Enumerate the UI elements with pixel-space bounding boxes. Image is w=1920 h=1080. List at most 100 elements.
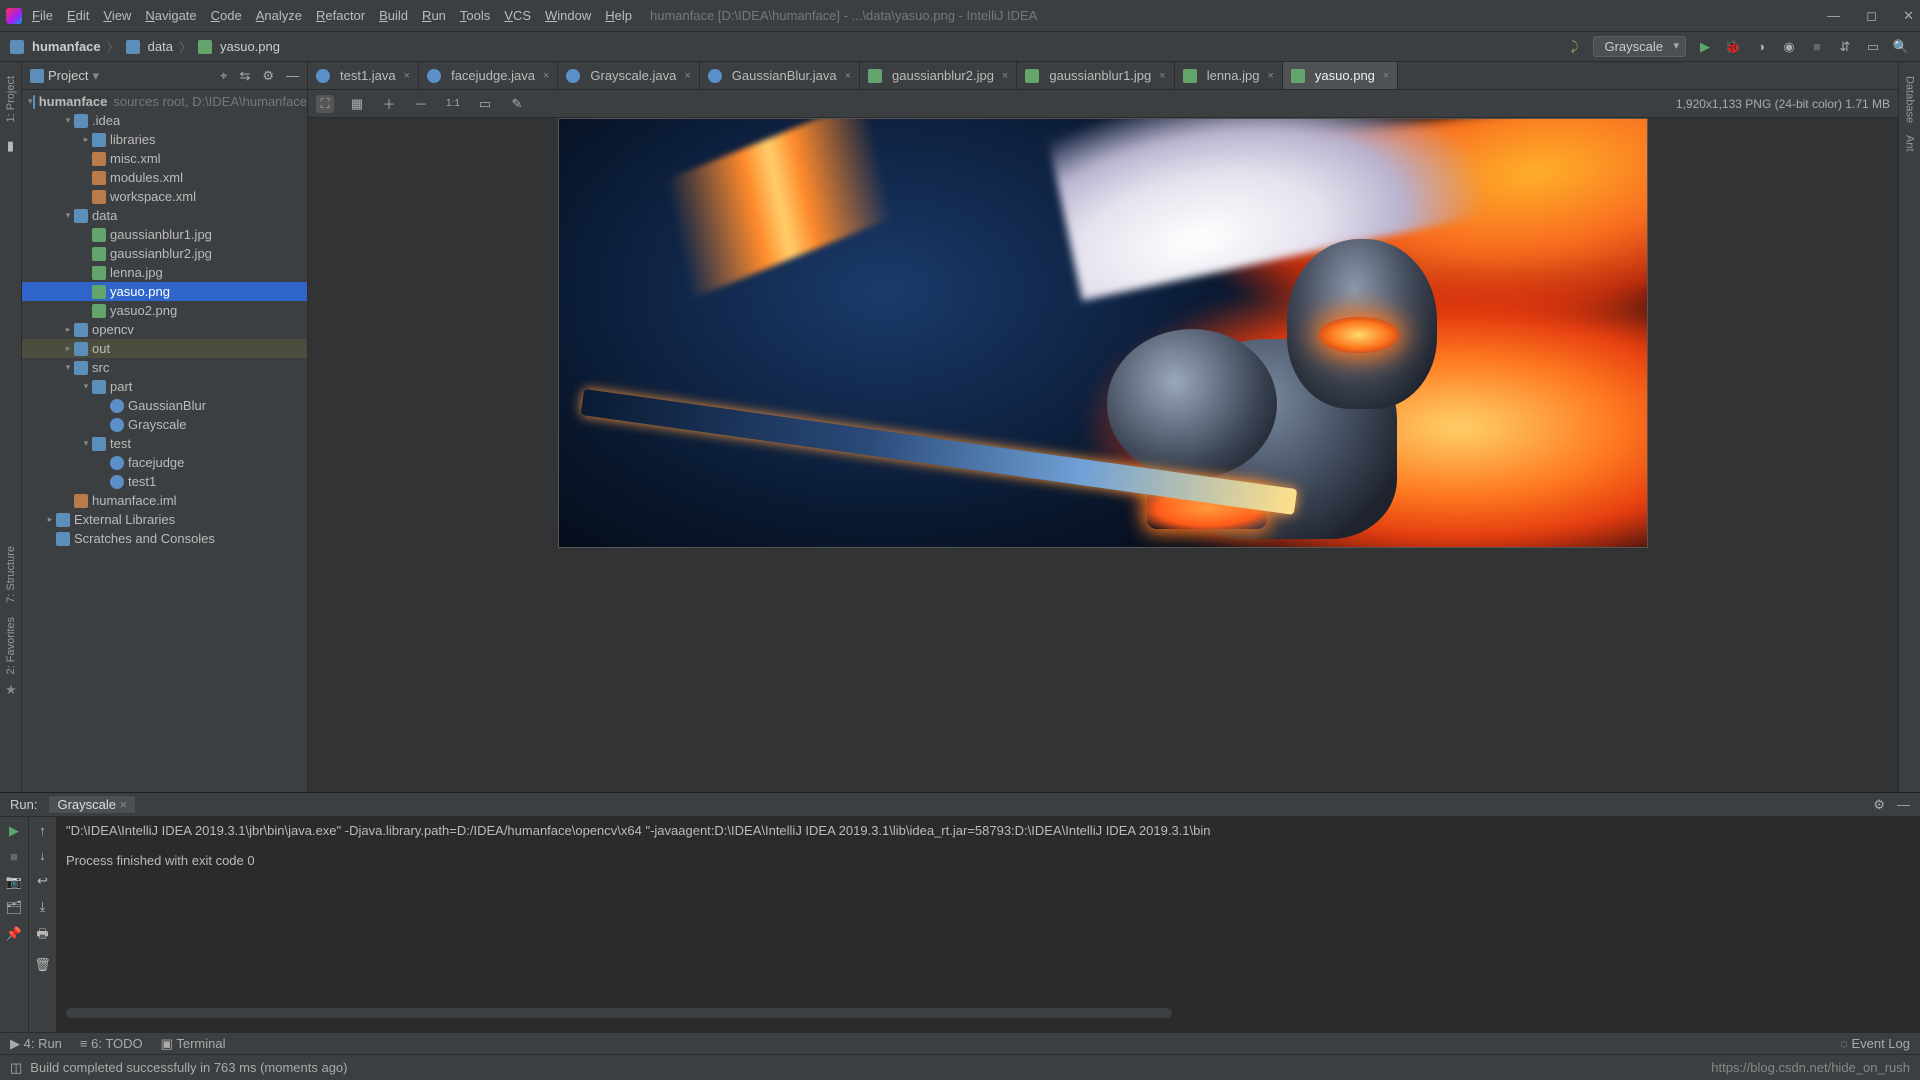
tree-node[interactable]: Grayscale [22, 415, 307, 434]
tree-node[interactable]: ▸out [22, 339, 307, 358]
profiler-icon[interactable]: ◉ [1780, 38, 1798, 56]
bookmark-icon[interactable]: ▮ [7, 138, 14, 154]
tree-root[interactable]: ▾ humanface sources root, D:\IDEA\humanf… [22, 92, 307, 111]
tab-close-icon[interactable]: × [1383, 70, 1389, 82]
tree-node[interactable]: test1 [22, 472, 307, 491]
menu-help[interactable]: Help [605, 8, 632, 23]
tab-close-icon[interactable]: × [1267, 70, 1273, 82]
close-icon[interactable]: ✕ [1903, 8, 1914, 24]
debug-icon[interactable]: 🐞 [1724, 38, 1742, 56]
menu-tools[interactable]: Tools [460, 8, 490, 23]
zoom-in-icon[interactable]: ＋ [380, 95, 398, 113]
console-output[interactable]: "D:\IDEA\IntelliJ IDEA 2019.3.1\jbr\bin\… [56, 817, 1920, 1032]
search-icon[interactable]: 🔍 [1892, 38, 1910, 56]
breadcrumb[interactable]: humanface 〉 data 〉 yasuo.png [10, 37, 280, 56]
tree-node[interactable]: GaussianBlur [22, 396, 307, 415]
project-tree[interactable]: ▾ humanface sources root, D:\IDEA\humanf… [22, 90, 307, 792]
down-icon[interactable]: ↓ [39, 848, 46, 863]
sidebar-ant-tab[interactable]: Ant [1904, 135, 1916, 152]
pin-icon[interactable]: 📌 [6, 926, 22, 942]
sidebar-structure-tab[interactable]: 7: Structure [5, 546, 17, 603]
update-icon[interactable]: ⇵ [1836, 38, 1854, 56]
tree-node[interactable]: gaussianblur1.jpg [22, 225, 307, 244]
tree-node[interactable]: ▾test [22, 434, 307, 453]
tree-node[interactable]: workspace.xml [22, 187, 307, 206]
tab-close-icon[interactable]: × [1159, 70, 1165, 82]
terminal-tool-button[interactable]: ▣ Terminal [161, 1036, 226, 1052]
star-icon[interactable]: ★ [5, 682, 17, 698]
tree-node[interactable]: gaussianblur2.jpg [22, 244, 307, 263]
tree-node[interactable]: facejudge [22, 453, 307, 472]
tree-node[interactable]: humanface.iml [22, 491, 307, 510]
event-log-button[interactable]: ◌ Event Log [1840, 1036, 1910, 1051]
layout-run-icon[interactable]: 🗂 [6, 900, 23, 916]
dump-icon[interactable]: 📷 [6, 874, 22, 890]
up-icon[interactable]: ↑ [39, 823, 46, 838]
zoom-out-icon[interactable]: － [412, 95, 430, 113]
maximize-icon[interactable]: ◻ [1866, 8, 1877, 24]
layout-icon[interactable]: ▭ [1864, 38, 1882, 56]
editor-tab[interactable]: GaussianBlur.java× [700, 62, 860, 89]
editor-tab[interactable]: test1.java× [308, 62, 419, 89]
build-icon[interactable]: ⤸ [1565, 38, 1583, 56]
tab-close-icon[interactable]: × [1002, 70, 1008, 82]
editor-tab[interactable]: lenna.jpg× [1175, 62, 1283, 89]
sidebar-database-tab[interactable]: Database [1904, 76, 1916, 123]
tree-node[interactable]: lenna.jpg [22, 263, 307, 282]
menu-view[interactable]: View [103, 8, 131, 23]
fit-icon[interactable]: ⛶ [316, 95, 334, 113]
editor-tab[interactable]: facejudge.java× [419, 62, 558, 89]
stop-icon[interactable]: ■ [1808, 38, 1826, 56]
editor-tab[interactable]: Grayscale.java× [558, 62, 699, 89]
color-picker-icon[interactable]: ✎ [508, 95, 526, 113]
tree-node[interactable]: Scratches and Consoles [22, 529, 307, 548]
tree-node[interactable]: ▸libraries [22, 130, 307, 149]
menu-window[interactable]: Window [545, 8, 591, 23]
tree-node[interactable]: ▸opencv [22, 320, 307, 339]
tree-node[interactable]: ▾.idea [22, 111, 307, 130]
settings-icon[interactable]: ⚙ [262, 68, 274, 84]
menu-run[interactable]: Run [422, 8, 446, 23]
menu-file[interactable]: File [32, 8, 53, 23]
print-icon[interactable]: 🖶 [36, 925, 48, 947]
sidebar-favorites-tab[interactable]: 2: Favorites [5, 617, 17, 674]
tree-node[interactable]: ▸External Libraries [22, 510, 307, 529]
tree-node[interactable]: yasuo.png [22, 282, 307, 301]
expand-icon[interactable]: ⇆ [239, 68, 250, 84]
minimize-icon[interactable]: — [1827, 8, 1840, 24]
editor-tab[interactable]: gaussianblur2.jpg× [860, 62, 1017, 89]
tree-node[interactable]: ▾src [22, 358, 307, 377]
menu-vcs[interactable]: VCS [504, 8, 531, 23]
tree-node[interactable]: ▾part [22, 377, 307, 396]
scroll-icon[interactable]: ⤓ [40, 899, 46, 915]
menu-navigate[interactable]: Navigate [145, 8, 196, 23]
tree-node[interactable]: yasuo2.png [22, 301, 307, 320]
menu-code[interactable]: Code [211, 8, 242, 23]
stop-run-icon[interactable]: ■ [10, 849, 18, 864]
menu-refactor[interactable]: Refactor [316, 8, 365, 23]
todo-tool-button[interactable]: ≡ 6: TODO [80, 1036, 143, 1051]
run-settings-icon[interactable]: ⚙ [1873, 797, 1885, 813]
grid-icon[interactable]: ▦ [348, 95, 366, 113]
tree-node[interactable]: modules.xml [22, 168, 307, 187]
tree-node[interactable]: ▾data [22, 206, 307, 225]
wrap-icon[interactable]: ↩ [37, 873, 48, 889]
toggle-toolwindows-icon[interactable]: ◫ [10, 1060, 22, 1076]
locate-icon[interactable]: ⌖ [220, 68, 227, 84]
run-icon[interactable]: ▶ [1696, 38, 1714, 56]
run-config-dropdown[interactable]: Grayscale [1593, 36, 1686, 57]
editor-tab[interactable]: yasuo.png× [1283, 62, 1398, 89]
coverage-icon[interactable]: ◑ [1752, 38, 1770, 56]
tab-close-icon[interactable]: × [404, 70, 410, 82]
sidebar-project-tab[interactable]: 1: Project [5, 76, 17, 122]
one-to-one-icon[interactable]: 1:1 [444, 95, 462, 113]
bounds-icon[interactable]: ▭ [476, 95, 494, 113]
tab-close-icon[interactable]: × [845, 70, 851, 82]
tab-close-icon[interactable]: × [684, 70, 690, 82]
menu-analyze[interactable]: Analyze [256, 8, 302, 23]
menu-edit[interactable]: Edit [67, 8, 89, 23]
tab-close-icon[interactable]: × [543, 70, 549, 82]
clear-icon[interactable]: 🗑 [34, 957, 51, 973]
menu-build[interactable]: Build [379, 8, 408, 23]
collapse-icon[interactable]: — [286, 68, 299, 84]
